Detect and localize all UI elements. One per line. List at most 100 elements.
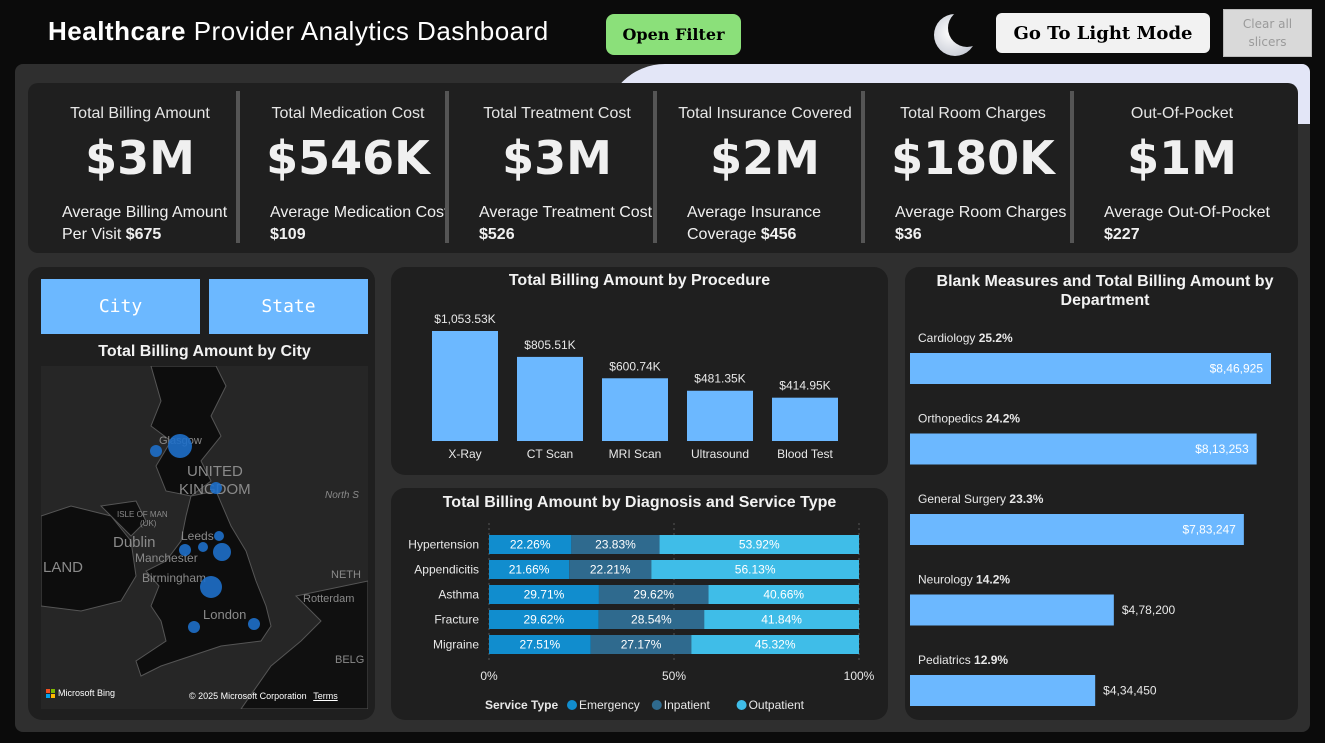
diagnosis-chart-title: Total Billing Amount by Diagnosis and Se… — [442, 494, 837, 511]
department-label: Cardiology 25.2% — [918, 331, 1013, 345]
segment-data-label: 53.92% — [739, 538, 780, 552]
procedure-bar[interactable] — [517, 356, 583, 441]
kpi-divider — [445, 91, 449, 243]
city-bubble — [213, 543, 231, 561]
kpi-card: Total Room Charges $180K Average Room Ch… — [869, 83, 1077, 253]
procedure-bar-chart[interactable]: $1,053.53K X-Ray $805.51K CT Scan $600.74K MR… — [391, 300, 888, 470]
kpi-subtitle: Average Medication Cost $109 — [270, 204, 449, 243]
procedure-category-label: Ultrasound — [691, 447, 749, 461]
department-data-label: $4,34,450 — [1103, 684, 1157, 698]
open-filter-button[interactable]: Open Filter — [606, 14, 741, 55]
map-label: Leeds — [181, 529, 214, 543]
kpi-card: Total Insurance Covered $2M Average Insu… — [661, 83, 869, 253]
kpi-subtitle: Average Room Charges $36 — [895, 204, 1067, 243]
department-data-label: $8,46,925 — [1210, 362, 1264, 376]
legend-label[interactable]: Inpatient — [664, 698, 711, 712]
city-bubble — [179, 544, 191, 556]
map-label: London — [203, 607, 246, 622]
kpi-divider — [236, 91, 240, 243]
map-label: Birmingham — [142, 571, 206, 585]
moon-icon[interactable] — [932, 9, 986, 58]
department-bar-chart[interactable]: Cardiology 25.2% $8,46,925 Orthopedics 24.… — [905, 320, 1298, 715]
department-label: General Surgery 23.3% — [918, 492, 1044, 506]
kpi-title: Out-Of-Pocket — [1130, 105, 1234, 122]
kpi-divider — [653, 91, 657, 243]
department-label: Orthopedics 24.2% — [918, 412, 1020, 426]
bing-attribution: Microsoft Bing — [46, 688, 115, 698]
kpi-card: Total Medication Cost $546K Average Medi… — [244, 83, 452, 253]
kpi-subtitle: Average Billing Amount Per Visit $675 — [62, 204, 228, 243]
legend-label[interactable]: Outpatient — [749, 698, 805, 712]
segment-data-label: 41.84% — [761, 613, 802, 627]
diagnosis-label: Fracture — [434, 613, 479, 627]
x-tick-label: 50% — [662, 669, 686, 683]
procedure-chart-title: Total Billing Amount by Procedure — [508, 272, 771, 289]
kpi-value: $2M — [710, 131, 820, 185]
kpi-subtitle: Average Out-Of-Pocket $227 — [1104, 204, 1270, 243]
city-bubble — [188, 621, 200, 633]
map-title: Total Billing Amount by City — [98, 343, 311, 360]
x-tick-label: 0% — [480, 669, 498, 683]
map-label: (UK) — [140, 519, 157, 528]
department-label: Neurology 14.2% — [918, 573, 1010, 587]
diagnosis-label: Migraine — [433, 638, 479, 652]
map-label: ISLE OF MAN — [117, 510, 168, 519]
legend-marker — [736, 700, 747, 710]
kpi-value: $3M — [85, 131, 195, 185]
kpi-value: $546K — [266, 131, 430, 185]
segment-data-label: 21.66% — [509, 563, 550, 577]
diagnosis-stacked-chart[interactable]: 0% 50% 100% Hypertension 22.26% 23.83% 53.92% A… — [391, 520, 888, 718]
diagnosis-label: Hypertension — [408, 538, 479, 552]
city-bubble — [168, 434, 192, 458]
legend-marker — [651, 700, 662, 710]
kpi-title: Total Treatment Cost — [483, 105, 631, 122]
segment-data-label: 29.62% — [523, 613, 564, 627]
segment-data-label: 27.51% — [520, 638, 561, 652]
city-bubble — [214, 531, 224, 541]
kpi-subtitle: Average Insurance Coverage $456 — [687, 204, 822, 243]
segment-data-label: 23.83% — [595, 538, 636, 552]
segment-data-label: 22.26% — [510, 538, 551, 552]
legend-marker — [567, 700, 577, 710]
kpi-divider — [861, 91, 865, 243]
microsoft-logo-icon — [46, 688, 55, 698]
terms-link[interactable]: Terms — [313, 691, 338, 701]
diagnosis-label: Asthma — [438, 588, 479, 602]
procedure-data-label: $414.95K — [779, 379, 830, 393]
kpi-card: Total Treatment Cost $3M Average Treatme… — [453, 83, 661, 253]
department-chart-title: Blank Measures and Total Billing Amount … — [936, 273, 1274, 309]
kpi-title: Total Insurance Covered — [678, 105, 852, 122]
diagnosis-label: Appendicitis — [414, 563, 479, 577]
department-bar[interactable] — [910, 594, 1114, 626]
map-copyright: © 2025 Microsoft Corporation Terms — [189, 691, 338, 701]
procedure-bar[interactable] — [772, 397, 838, 441]
legend-label[interactable]: Emergency — [579, 698, 640, 712]
segment-data-label: 28.54% — [631, 613, 672, 627]
legend-title: Service Type — [485, 698, 558, 712]
city-bubble — [150, 445, 162, 457]
billing-map[interactable]: Glasgow UNITED KINGDOM North S ISLE OF M… — [41, 366, 368, 709]
city-bubble — [248, 618, 260, 630]
x-tick-label: 100% — [844, 669, 875, 683]
department-bar[interactable] — [910, 675, 1096, 706]
procedure-bar[interactable] — [602, 378, 668, 441]
map-label: Dublin — [113, 534, 156, 551]
procedure-data-label: $805.51K — [524, 338, 575, 352]
map-label: BELG — [335, 654, 364, 666]
kpi-divider — [1070, 91, 1074, 243]
procedure-data-label: $600.74K — [609, 359, 660, 373]
department-data-label: $8,13,253 — [1195, 442, 1249, 456]
dashboard-title: Healthcare Provider Analytics Dashboard — [48, 16, 549, 46]
state-button[interactable]: State — [209, 279, 368, 334]
light-mode-button[interactable]: Go To Light Mode — [996, 13, 1210, 53]
procedure-bar[interactable] — [432, 331, 498, 441]
kpi-value: $3M — [502, 131, 612, 185]
city-button[interactable]: City — [41, 279, 200, 334]
map-label: Rotterdam — [303, 593, 354, 605]
clear-slicers-button[interactable]: Clear all slicers — [1223, 9, 1312, 57]
segment-data-label: 56.13% — [735, 563, 776, 577]
map-label: LAND — [43, 559, 83, 576]
city-bubble — [198, 542, 208, 552]
procedure-bar[interactable] — [687, 390, 753, 441]
department-data-label: $4,78,200 — [1122, 603, 1176, 617]
